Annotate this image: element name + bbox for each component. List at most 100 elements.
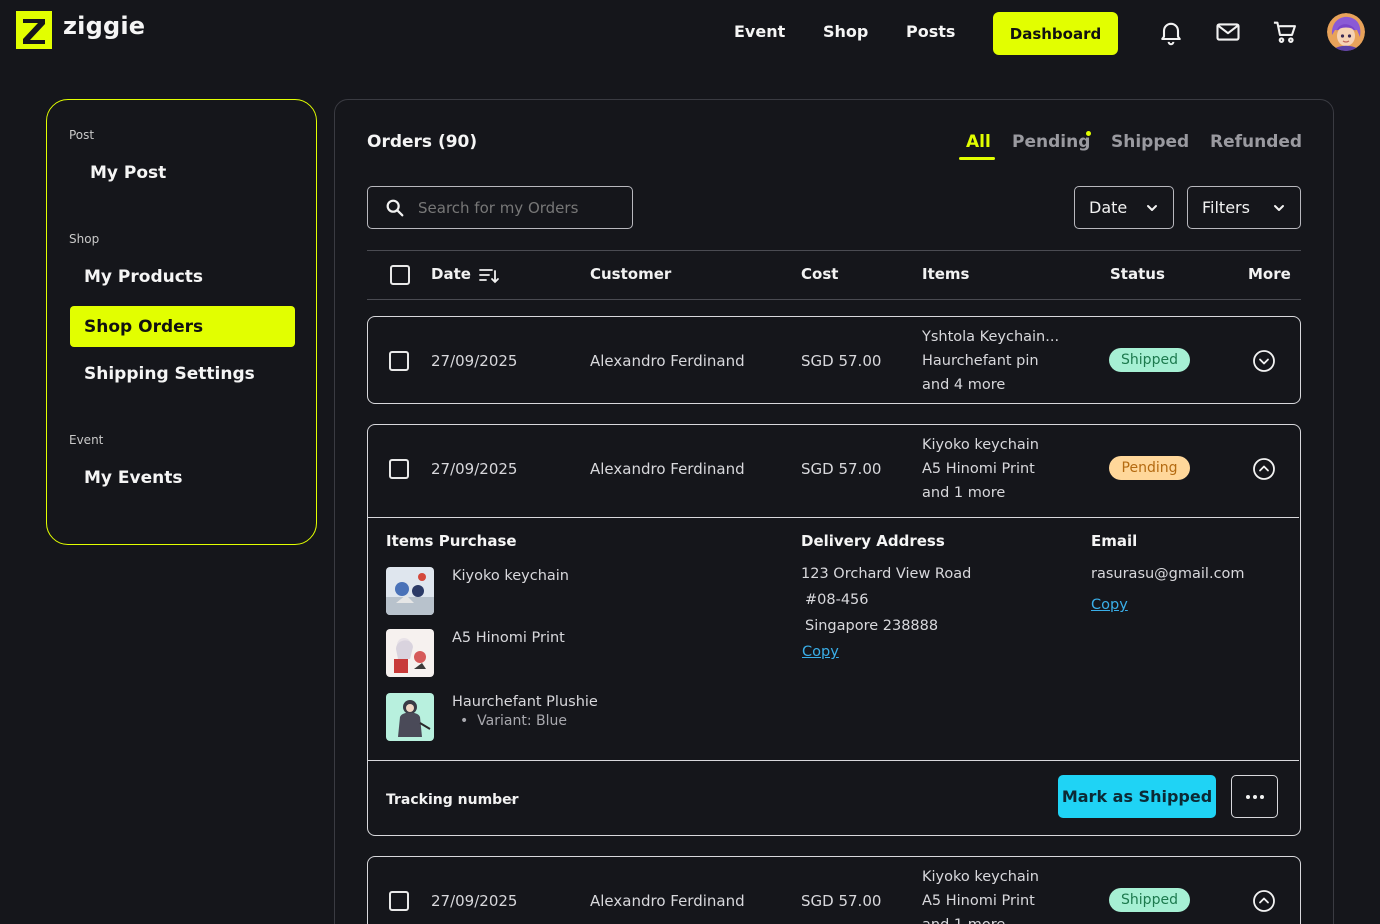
divider	[367, 299, 1301, 300]
purchased-item-name: Kiyoko keychain	[452, 568, 569, 584]
expand-chevron-down-icon[interactable]	[1252, 349, 1276, 373]
sidebar-item-my-post[interactable]: My Post	[90, 163, 166, 183]
order-cost: SGD 57.00	[801, 460, 882, 478]
table-row-expanded[interactable]: 27/09/2025 Alexandro Ferdinand SGD 57.00…	[367, 424, 1301, 836]
sidebar-item-shop-orders[interactable]: Shop Orders	[70, 306, 295, 347]
item-variant: • Variant: Blue	[460, 713, 567, 729]
page-title: Orders (90)	[367, 132, 478, 152]
delivery-address-title: Delivery Address	[801, 532, 945, 550]
bell-icon[interactable]	[1157, 18, 1185, 46]
dashboard-button[interactable]: Dashboard	[993, 12, 1118, 55]
customer-email: rasurasu@gmail.com	[1091, 566, 1245, 582]
mail-icon[interactable]	[1214, 18, 1242, 46]
column-header-cost: Cost	[801, 265, 839, 283]
search-input[interactable]	[418, 198, 618, 217]
email-title: Email	[1091, 532, 1138, 550]
divider	[368, 517, 1299, 518]
order-cost: SGD 57.00	[801, 892, 882, 910]
nav-shop[interactable]: Shop	[823, 22, 868, 41]
tab-pending[interactable]: Pending	[1012, 132, 1090, 152]
column-header-date[interactable]: Date	[431, 265, 471, 283]
order-date: 27/09/2025	[431, 460, 518, 478]
customer-name: Alexandro Ferdinand	[590, 460, 745, 478]
expand-chevron-down-icon[interactable]	[1252, 889, 1276, 913]
table-row[interactable]: 27/09/2025 Alexandro Ferdinand SGD 57.00…	[367, 856, 1301, 924]
address-line: 123 Orchard View Road	[801, 566, 972, 582]
status-badge: Pending	[1109, 456, 1190, 480]
order-date: 27/09/2025	[431, 352, 518, 370]
nav-event[interactable]: Event	[734, 22, 785, 41]
sidebar-item-my-events[interactable]: My Events	[84, 468, 183, 488]
date-dropdown[interactable]: Date	[1074, 186, 1174, 229]
tab-shipped[interactable]: Shipped	[1111, 132, 1189, 152]
mark-as-shipped-button[interactable]: Mark as Shipped	[1058, 775, 1216, 818]
product-thumbnail	[386, 629, 434, 677]
more-options-button[interactable]	[1231, 775, 1278, 818]
row-checkbox[interactable]	[389, 351, 409, 371]
item-line: Kiyoko keychain	[922, 437, 1039, 453]
search-box	[367, 186, 633, 229]
customer-name: Alexandro Ferdinand	[590, 892, 745, 910]
item-variant-text: Variant: Blue	[477, 713, 567, 729]
tracking-number-label: Tracking number	[386, 792, 519, 808]
item-line: Kiyoko keychain	[922, 869, 1039, 885]
section-label-post: Post	[69, 128, 95, 142]
item-line: Haurchefant pin	[922, 353, 1039, 369]
item-line: Yshtola Keychain...	[922, 329, 1060, 345]
active-tab-indicator	[959, 157, 995, 160]
order-date: 27/09/2025	[431, 892, 518, 910]
search-icon	[386, 199, 404, 216]
filters-dropdown[interactable]: Filters	[1187, 186, 1301, 229]
top-nav: ziggie Event Shop Posts Dashboard	[0, 0, 1380, 66]
section-label-event: Event	[69, 433, 104, 447]
item-line: A5 Hinomi Print	[922, 893, 1035, 909]
cart-icon[interactable]	[1271, 18, 1299, 46]
pending-notification-dot	[1086, 131, 1091, 136]
row-checkbox[interactable]	[389, 459, 409, 479]
purchased-item-name: A5 Hinomi Print	[452, 630, 565, 646]
row-checkbox[interactable]	[389, 891, 409, 911]
ziggie-logo-icon[interactable]	[16, 11, 52, 49]
column-header-customer: Customer	[590, 265, 672, 283]
orders-panel: Orders (90) All Pending Shipped Refunded…	[334, 99, 1334, 924]
tab-all[interactable]: All	[966, 132, 991, 152]
item-line: A5 Hinomi Print	[922, 461, 1035, 477]
filters-dropdown-label: Filters	[1202, 198, 1250, 217]
product-thumbnail	[386, 567, 434, 615]
item-more-count: and 1 more	[922, 913, 1005, 924]
sort-icon[interactable]	[478, 266, 500, 286]
date-dropdown-label: Date	[1089, 198, 1128, 217]
table-row[interactable]: 27/09/2025 Alexandro Ferdinand SGD 57.00…	[367, 316, 1301, 404]
more-horizontal-icon	[1245, 794, 1264, 799]
tracking-number-value: -	[510, 792, 516, 808]
status-badge: Shipped	[1109, 348, 1190, 372]
column-header-items: Items	[922, 265, 970, 283]
sidebar-item-shipping-settings[interactable]: Shipping Settings	[84, 364, 255, 384]
nav-posts[interactable]: Posts	[906, 22, 955, 41]
item-more-count: and 4 more	[922, 377, 1006, 393]
column-header-status: Status	[1110, 265, 1165, 283]
tab-refunded[interactable]: Refunded	[1210, 132, 1302, 152]
item-more-count: and 1 more	[922, 485, 1006, 501]
address-line: Singapore 238888	[805, 618, 939, 634]
divider	[367, 250, 1301, 251]
address-line: #08-456	[805, 592, 869, 608]
sidebar-item-my-products[interactable]: My Products	[84, 267, 203, 287]
section-label-shop: Shop	[69, 232, 100, 246]
brand-name[interactable]: ziggie	[63, 12, 145, 40]
copy-address-link[interactable]: Copy	[802, 644, 839, 660]
product-thumbnail	[386, 693, 434, 741]
select-all-checkbox[interactable]	[390, 265, 410, 285]
column-header-more: More	[1248, 265, 1291, 283]
collapse-chevron-up-icon[interactable]	[1252, 457, 1276, 481]
chevron-down-icon	[1274, 205, 1284, 211]
items-purchase-title: Items Purchase	[386, 532, 517, 550]
divider	[368, 760, 1299, 761]
status-badge: Shipped	[1109, 888, 1190, 912]
chevron-down-icon	[1147, 205, 1157, 211]
order-cost: SGD 57.00	[801, 352, 882, 370]
user-avatar[interactable]	[1327, 13, 1365, 51]
purchased-item-name: Haurchefant Plushie	[452, 694, 598, 710]
sidebar: Post My Post Shop My Products Shop Order…	[46, 99, 317, 545]
copy-email-link[interactable]: Copy	[1091, 597, 1128, 613]
